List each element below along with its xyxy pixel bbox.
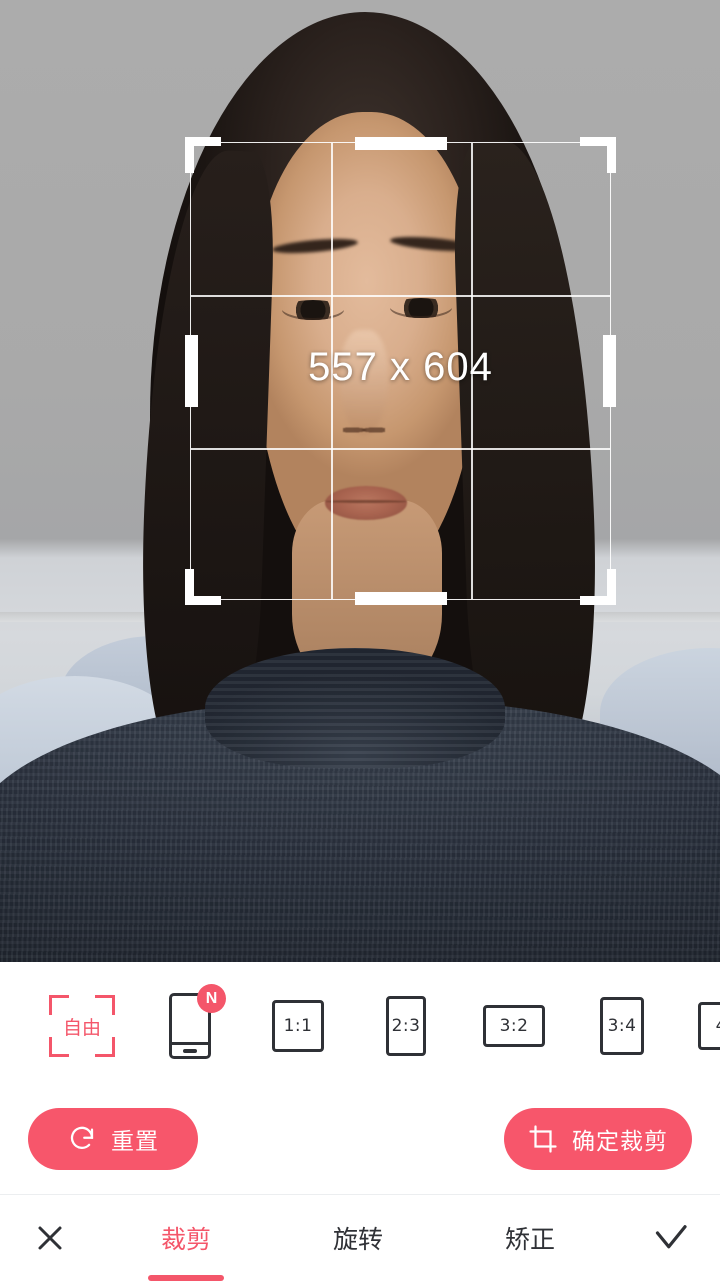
ratio-portrait-icon: 2:3	[386, 996, 426, 1056]
crop-handle-top-left[interactable]	[185, 137, 221, 173]
bottom-tab-bar[interactable]: 裁剪 旋转 矫正	[0, 1195, 720, 1281]
crop-icon	[528, 1124, 558, 1154]
ratio-option-2-3-label: 2:3	[391, 1016, 421, 1036]
ratio-option-free-label: 自由	[62, 1016, 101, 1039]
sweater-collar	[205, 648, 505, 768]
crop-handle-bottom[interactable]	[354, 592, 447, 605]
reset-button-label: 重置	[111, 1129, 159, 1155]
apply-button[interactable]	[620, 1195, 720, 1281]
crop-handle-top-right[interactable]	[580, 137, 616, 173]
tab-crop[interactable]: 裁剪	[100, 1195, 272, 1281]
confirm-crop-button-label: 确定裁剪	[572, 1129, 668, 1155]
crop-grid-horizontal-2	[191, 448, 610, 450]
crop-handle-bottom-left[interactable]	[185, 569, 221, 605]
ratio-option-3-4-label: 3:4	[607, 1016, 637, 1036]
crop-editor-screen: 557 x 604 自由 N 1:1 2:3 3:2 3:4 重置 确定裁剪 裁…	[0, 0, 720, 1281]
ratio-square-icon: 1:1	[272, 1000, 324, 1052]
ratio-portrait-icon: 3:4	[600, 997, 644, 1055]
reset-icon	[67, 1124, 97, 1154]
crop-handle-top[interactable]	[354, 137, 447, 150]
ratio-option-free[interactable]: 自由	[28, 976, 136, 1076]
ratio-landscape-icon: 4:3	[698, 1002, 720, 1050]
new-badge: N	[197, 984, 226, 1013]
tab-rotate-label: 旋转	[332, 1225, 383, 1254]
ratio-option-3-2[interactable]: 3:2	[460, 976, 568, 1076]
ratio-option-4-3-label: 4:3	[716, 1016, 720, 1036]
aspect-ratio-strip[interactable]: 自由 N 1:1 2:3 3:2 3:4	[0, 962, 720, 1090]
tab-rotate[interactable]: 旋转	[272, 1195, 444, 1281]
crop-frame[interactable]: 557 x 604	[185, 137, 616, 605]
ratio-option-phone[interactable]: N	[136, 976, 244, 1076]
ratio-option-3-2-label: 3:2	[499, 1016, 529, 1036]
ratio-option-1-1[interactable]: 1:1	[244, 976, 352, 1076]
close-icon	[35, 1223, 65, 1253]
reset-button[interactable]: 重置	[28, 1108, 198, 1170]
ratio-option-2-3[interactable]: 2:3	[352, 976, 460, 1076]
ratio-option-3-4[interactable]: 3:4	[568, 976, 676, 1076]
bottom-panel: 自由 N 1:1 2:3 3:2 3:4 重置 确定裁剪 裁剪 旋转 矫正	[0, 962, 720, 1281]
crop-dimension-label: 557 x 604	[308, 345, 493, 389]
phone-icon: N	[169, 984, 226, 1059]
cancel-button[interactable]	[0, 1195, 100, 1281]
tab-crop-label: 裁剪	[160, 1225, 211, 1254]
free-crop-icon: 自由	[49, 995, 115, 1057]
action-row: 重置 确定裁剪	[0, 1090, 720, 1194]
tab-active-indicator	[148, 1275, 224, 1281]
ratio-option-4-3[interactable]: 4:3	[676, 976, 720, 1076]
tab-straighten-label: 矫正	[504, 1225, 555, 1254]
confirm-crop-button[interactable]: 确定裁剪	[504, 1108, 692, 1170]
tab-straighten[interactable]: 矫正	[444, 1195, 616, 1281]
crop-grid-horizontal-1	[191, 295, 610, 297]
crop-handle-bottom-right[interactable]	[580, 569, 616, 605]
check-icon	[652, 1223, 688, 1253]
ratio-option-1-1-label: 1:1	[283, 1016, 313, 1036]
ratio-landscape-icon: 3:2	[483, 1005, 545, 1047]
photo-canvas[interactable]: 557 x 604	[0, 0, 720, 962]
